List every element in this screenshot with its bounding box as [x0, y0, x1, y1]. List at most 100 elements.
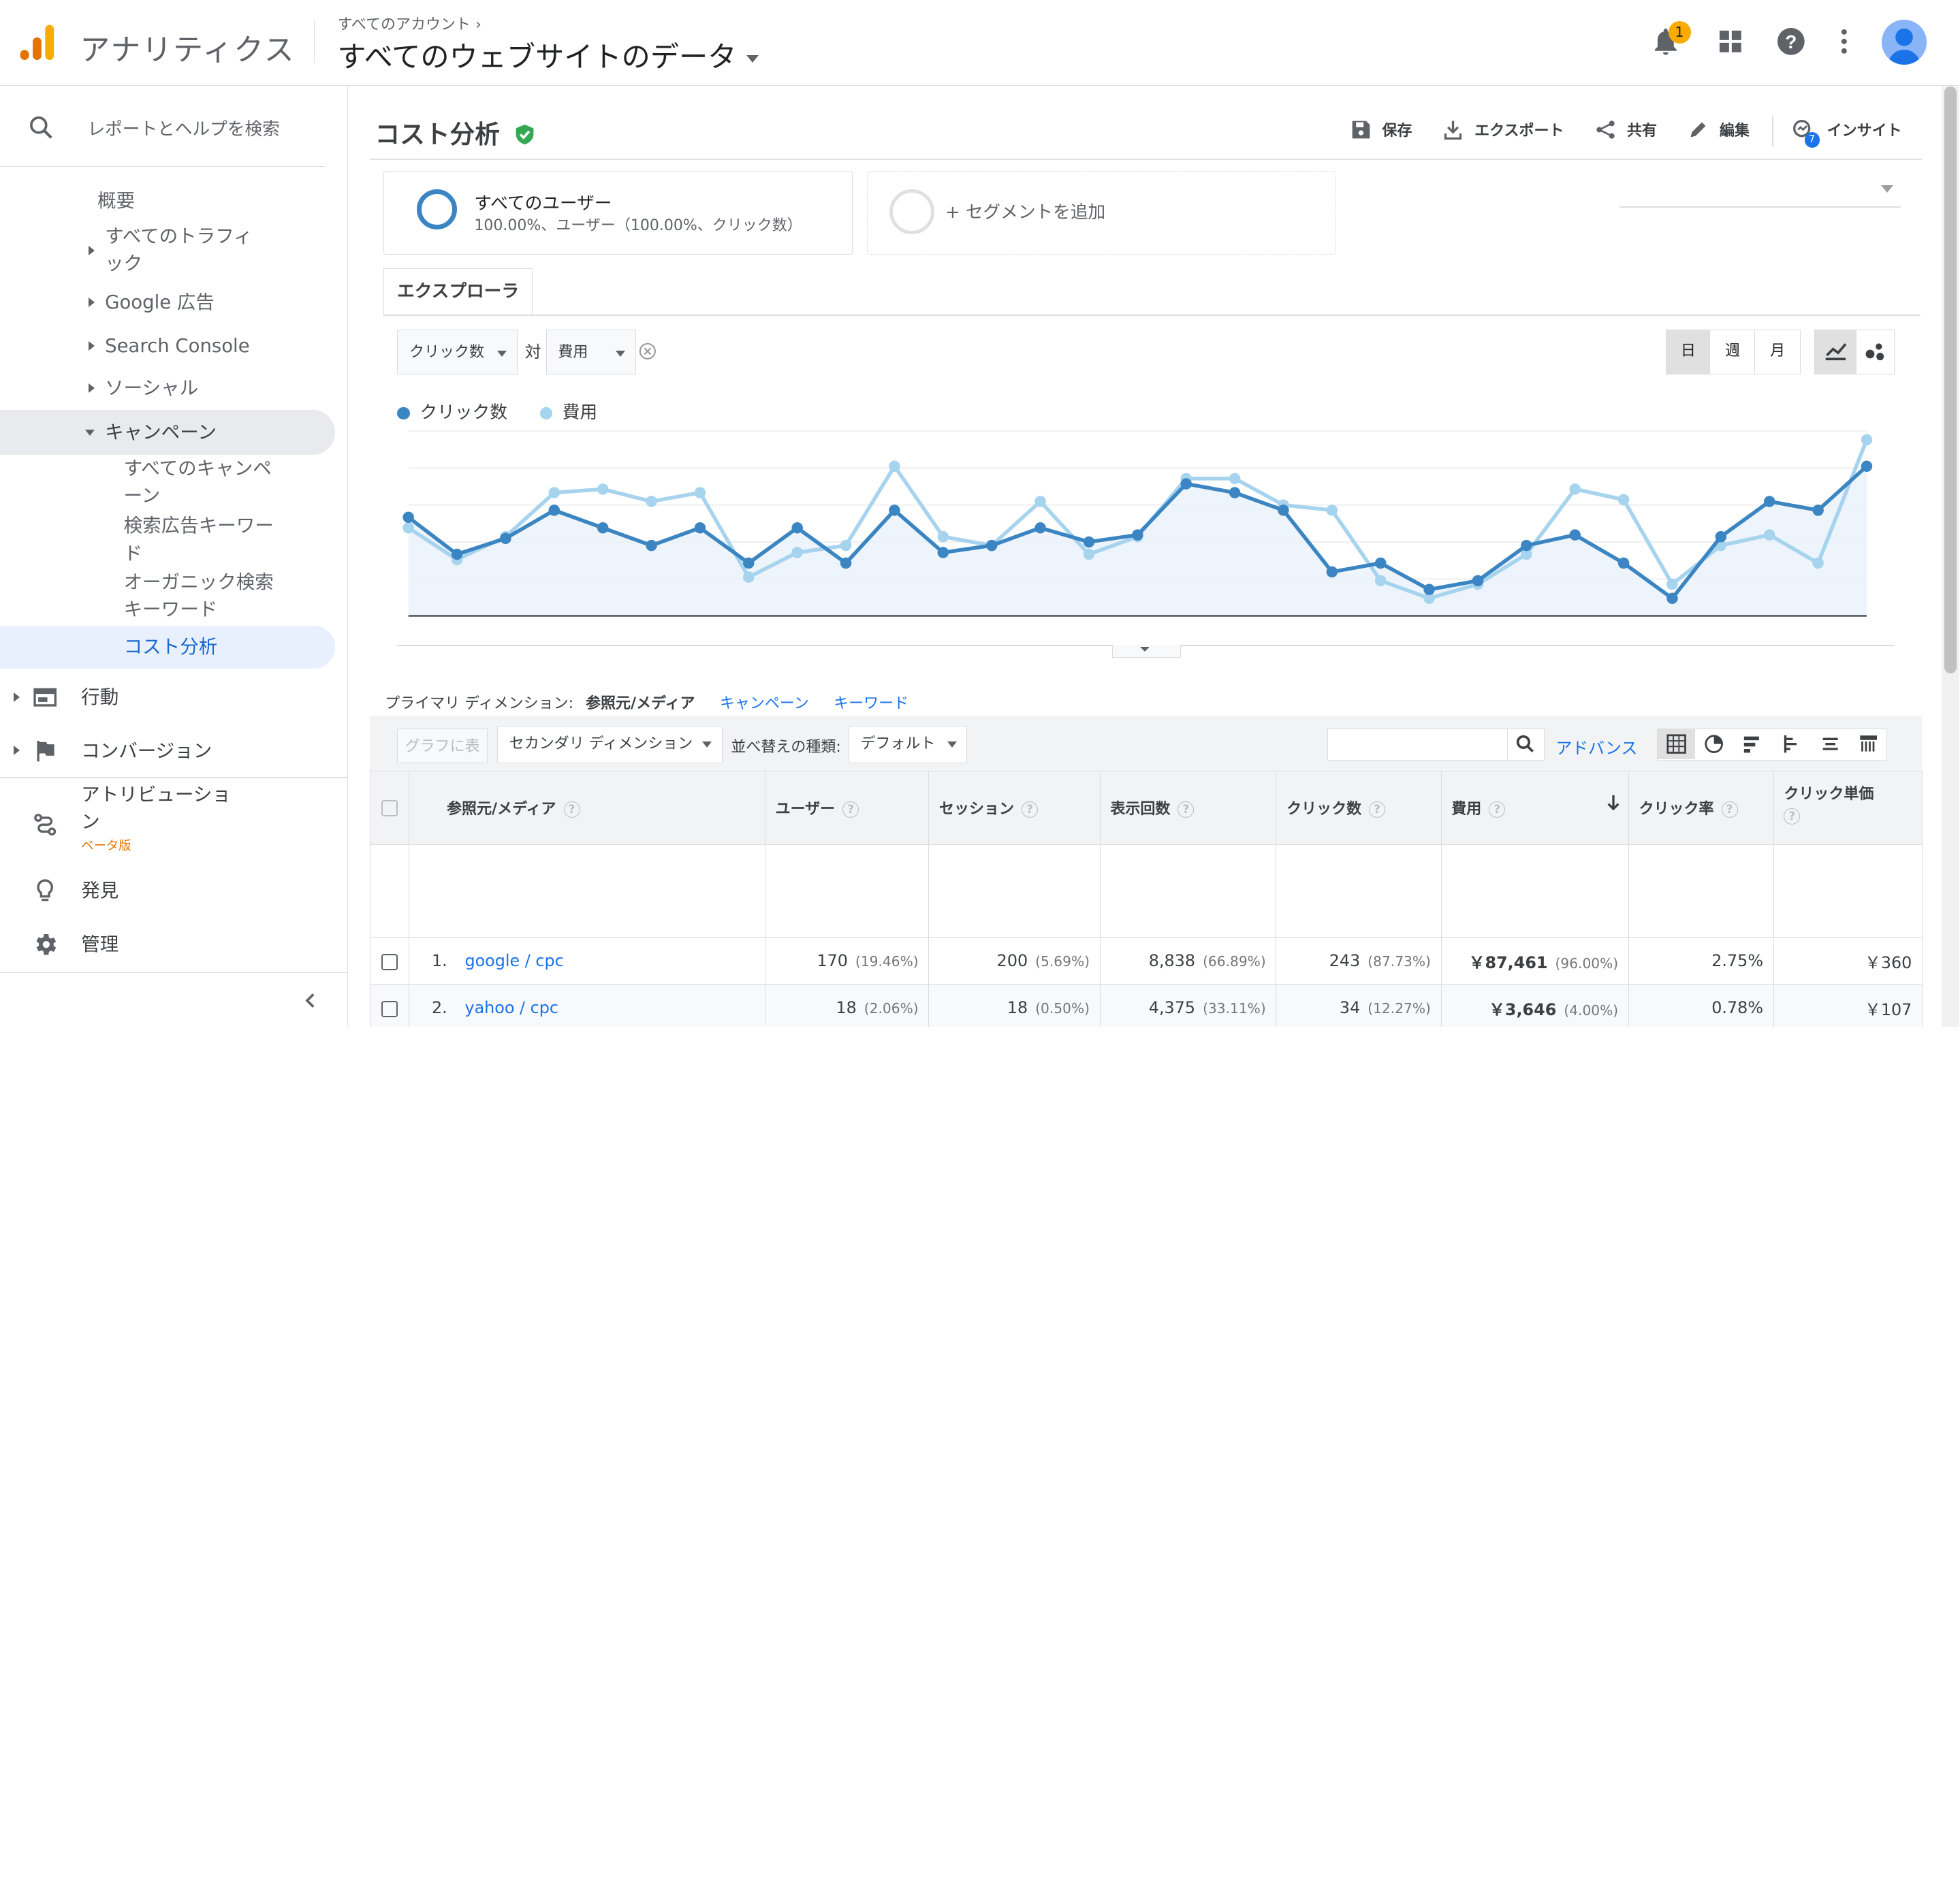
remove-metric-icon[interactable] — [639, 342, 657, 360]
help-tooltip-icon[interactable]: ? — [563, 801, 580, 818]
column-header-cpc[interactable]: クリック単価? — [1773, 771, 1923, 845]
row-checkbox[interactable] — [381, 953, 398, 970]
metric1-select[interactable]: クリック数 — [397, 330, 518, 375]
sidebar-item-attribution[interactable]: アトリビューショ ン — [81, 781, 231, 836]
sidebar-item-search-console[interactable]: Search Console — [105, 332, 250, 360]
date-range-dropdown-icon[interactable] — [1880, 185, 1893, 193]
data-point-clicks[interactable] — [1715, 530, 1727, 543]
secondary-dimension-select[interactable]: セカンダリ ディメンション — [497, 726, 723, 764]
data-point-cost[interactable] — [840, 539, 852, 552]
column-header-ctr[interactable]: クリック率? — [1628, 771, 1774, 845]
select-all-checkbox[interactable] — [381, 799, 398, 816]
help-tooltip-icon[interactable]: ? — [1021, 801, 1038, 818]
more-vert-icon[interactable] — [1828, 25, 1861, 58]
sidebar-item-google-ads[interactable]: Google 広告 — [105, 289, 215, 316]
sidebar-item-overview[interactable]: 概要 — [97, 187, 135, 214]
sidebar-item-social[interactable]: ソーシャル — [105, 374, 198, 402]
export-button[interactable]: エクスポート — [1474, 118, 1564, 140]
data-point-clicks[interactable] — [889, 505, 901, 516]
help-tooltip-icon[interactable]: ? — [842, 801, 859, 818]
sidebar-item-behavior[interactable]: 行動 — [81, 684, 118, 711]
property-selector[interactable]: すべてのウェブサイトのデータ — [337, 34, 759, 76]
data-point-clicks[interactable] — [1034, 522, 1047, 534]
dimension-link-campaign[interactable]: キャンペーン — [720, 695, 809, 712]
period-week-button[interactable]: 週 — [1709, 330, 1756, 375]
data-point-clicks[interactable] — [1180, 478, 1192, 490]
sidebar-item-discover[interactable]: 発見 — [81, 877, 118, 904]
data-point-clicks[interactable] — [548, 505, 560, 516]
help-tooltip-icon[interactable]: ? — [1369, 801, 1386, 818]
account-avatar[interactable] — [1882, 20, 1927, 65]
data-point-clicks[interactable] — [1132, 529, 1143, 541]
breadcrumb-account[interactable]: すべてのアカウント — [337, 16, 471, 33]
term-cloud-view-icon[interactable] — [1820, 734, 1840, 754]
data-point-cost[interactable] — [402, 522, 415, 534]
data-point-cost[interactable] — [694, 487, 706, 498]
tab-explorer[interactable]: エクスプローラ — [383, 268, 533, 317]
data-point-clicks[interactable] — [646, 539, 658, 552]
data-point-cost[interactable] — [1618, 494, 1630, 506]
data-point-clicks[interactable] — [452, 548, 463, 560]
sidebar-item-admin[interactable]: 管理 — [81, 931, 118, 958]
save-button[interactable]: 保存 — [1382, 118, 1412, 140]
data-point-clicks[interactable] — [986, 539, 998, 552]
metric2-select[interactable]: 費用 — [546, 330, 636, 375]
data-point-cost[interactable] — [1229, 473, 1241, 485]
scrollbar-thumb[interactable] — [1944, 86, 1957, 673]
data-point-cost[interactable] — [1326, 505, 1338, 516]
data-point-cost[interactable] — [1084, 548, 1095, 560]
analytics-logo-icon[interactable] — [18, 22, 58, 63]
apps-grid-icon[interactable] — [1714, 25, 1747, 58]
add-segment-card[interactable]: + セグメントを追加 — [867, 171, 1336, 255]
column-header-impressions[interactable]: 表示回数? — [1099, 771, 1277, 845]
data-point-cost[interactable] — [1764, 529, 1775, 541]
sort-type-select[interactable]: デフォルト — [848, 726, 968, 764]
data-point-clicks[interactable] — [1861, 460, 1873, 473]
data-point-clicks[interactable] — [937, 547, 949, 558]
data-point-cost[interactable] — [791, 547, 804, 558]
dimension-link-keyword[interactable]: キーワード — [834, 695, 908, 712]
data-point-cost[interactable] — [1375, 575, 1387, 587]
data-point-clicks[interactable] — [1326, 566, 1338, 578]
help-icon[interactable]: ? — [1775, 25, 1807, 58]
column-header-sessions[interactable]: セッション? — [928, 771, 1101, 845]
breadcrumb[interactable]: すべてのアカウント › — [337, 12, 481, 34]
sidebar-item-all-traffic[interactable]: すべてのトラフィ ック — [105, 223, 253, 278]
source-medium-link[interactable]: google / cpc — [464, 951, 563, 970]
motion-chart-toggle[interactable] — [1855, 330, 1895, 375]
column-header-users[interactable]: ユーザー? — [764, 771, 930, 845]
data-point-cost[interactable] — [1861, 434, 1873, 446]
help-tooltip-icon[interactable]: ? — [1177, 801, 1195, 818]
data-point-clicks[interactable] — [1521, 539, 1532, 552]
sidebar-search[interactable]: レポートとヘルプを検索 — [0, 86, 347, 166]
data-point-cost[interactable] — [597, 483, 609, 495]
sort-descending-icon[interactable] — [1606, 794, 1621, 812]
data-point-clicks[interactable] — [1084, 536, 1095, 548]
sidebar-item-paid-keywords[interactable]: 検索広告キーワー ド — [124, 512, 274, 567]
sidebar-item-all-campaigns[interactable]: すべてのキャンペ ーン — [124, 455, 272, 510]
column-header-source-medium[interactable]: 参照元/メディア? — [409, 771, 765, 845]
data-point-cost[interactable] — [548, 487, 560, 498]
table-view-toggle[interactable] — [1658, 729, 1696, 759]
insights-button[interactable]: インサイト — [1827, 118, 1902, 140]
data-point-clicks[interactable] — [694, 522, 706, 534]
table-search-button[interactable] — [1506, 728, 1545, 761]
data-point-cost[interactable] — [1034, 496, 1047, 507]
help-tooltip-icon[interactable]: ? — [1784, 808, 1801, 825]
pie-view-icon[interactable] — [1704, 734, 1724, 754]
performance-view-icon[interactable] — [1743, 734, 1763, 754]
data-point-clicks[interactable] — [1423, 584, 1436, 596]
data-point-clicks[interactable] — [1229, 487, 1241, 498]
period-day-button[interactable]: 日 — [1665, 330, 1711, 375]
data-point-cost[interactable] — [743, 571, 755, 583]
data-point-clicks[interactable] — [1278, 505, 1290, 516]
page-scrollbar[interactable] — [1942, 86, 1960, 1027]
data-point-cost[interactable] — [889, 460, 901, 473]
advanced-filter-link[interactable]: アドバンス — [1555, 735, 1637, 759]
pivot-view-icon[interactable] — [1859, 734, 1878, 754]
sidebar-item-conversions[interactable]: コンバージョン — [81, 737, 212, 765]
sidebar-item-cost-analysis[interactable]: コスト分析 — [124, 633, 218, 660]
collapse-sidebar-icon[interactable] — [300, 989, 322, 1012]
data-point-clicks[interactable] — [500, 532, 512, 545]
data-point-clicks[interactable] — [791, 522, 804, 534]
